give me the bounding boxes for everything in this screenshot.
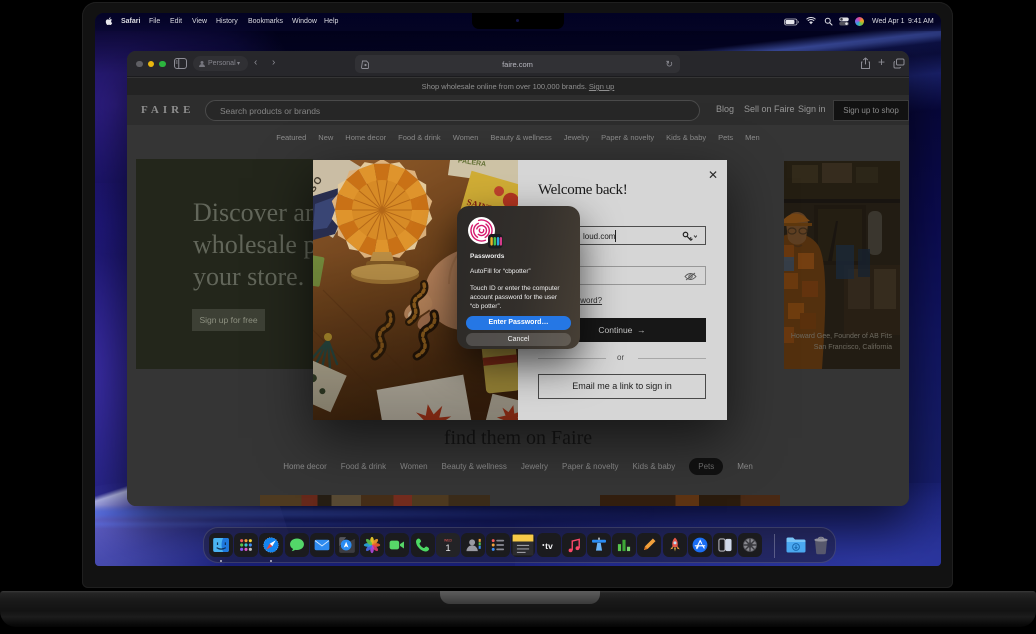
svg-text:WED: WED bbox=[444, 539, 453, 543]
svg-text:tv: tv bbox=[545, 541, 553, 551]
svg-text:1: 1 bbox=[445, 543, 450, 554]
